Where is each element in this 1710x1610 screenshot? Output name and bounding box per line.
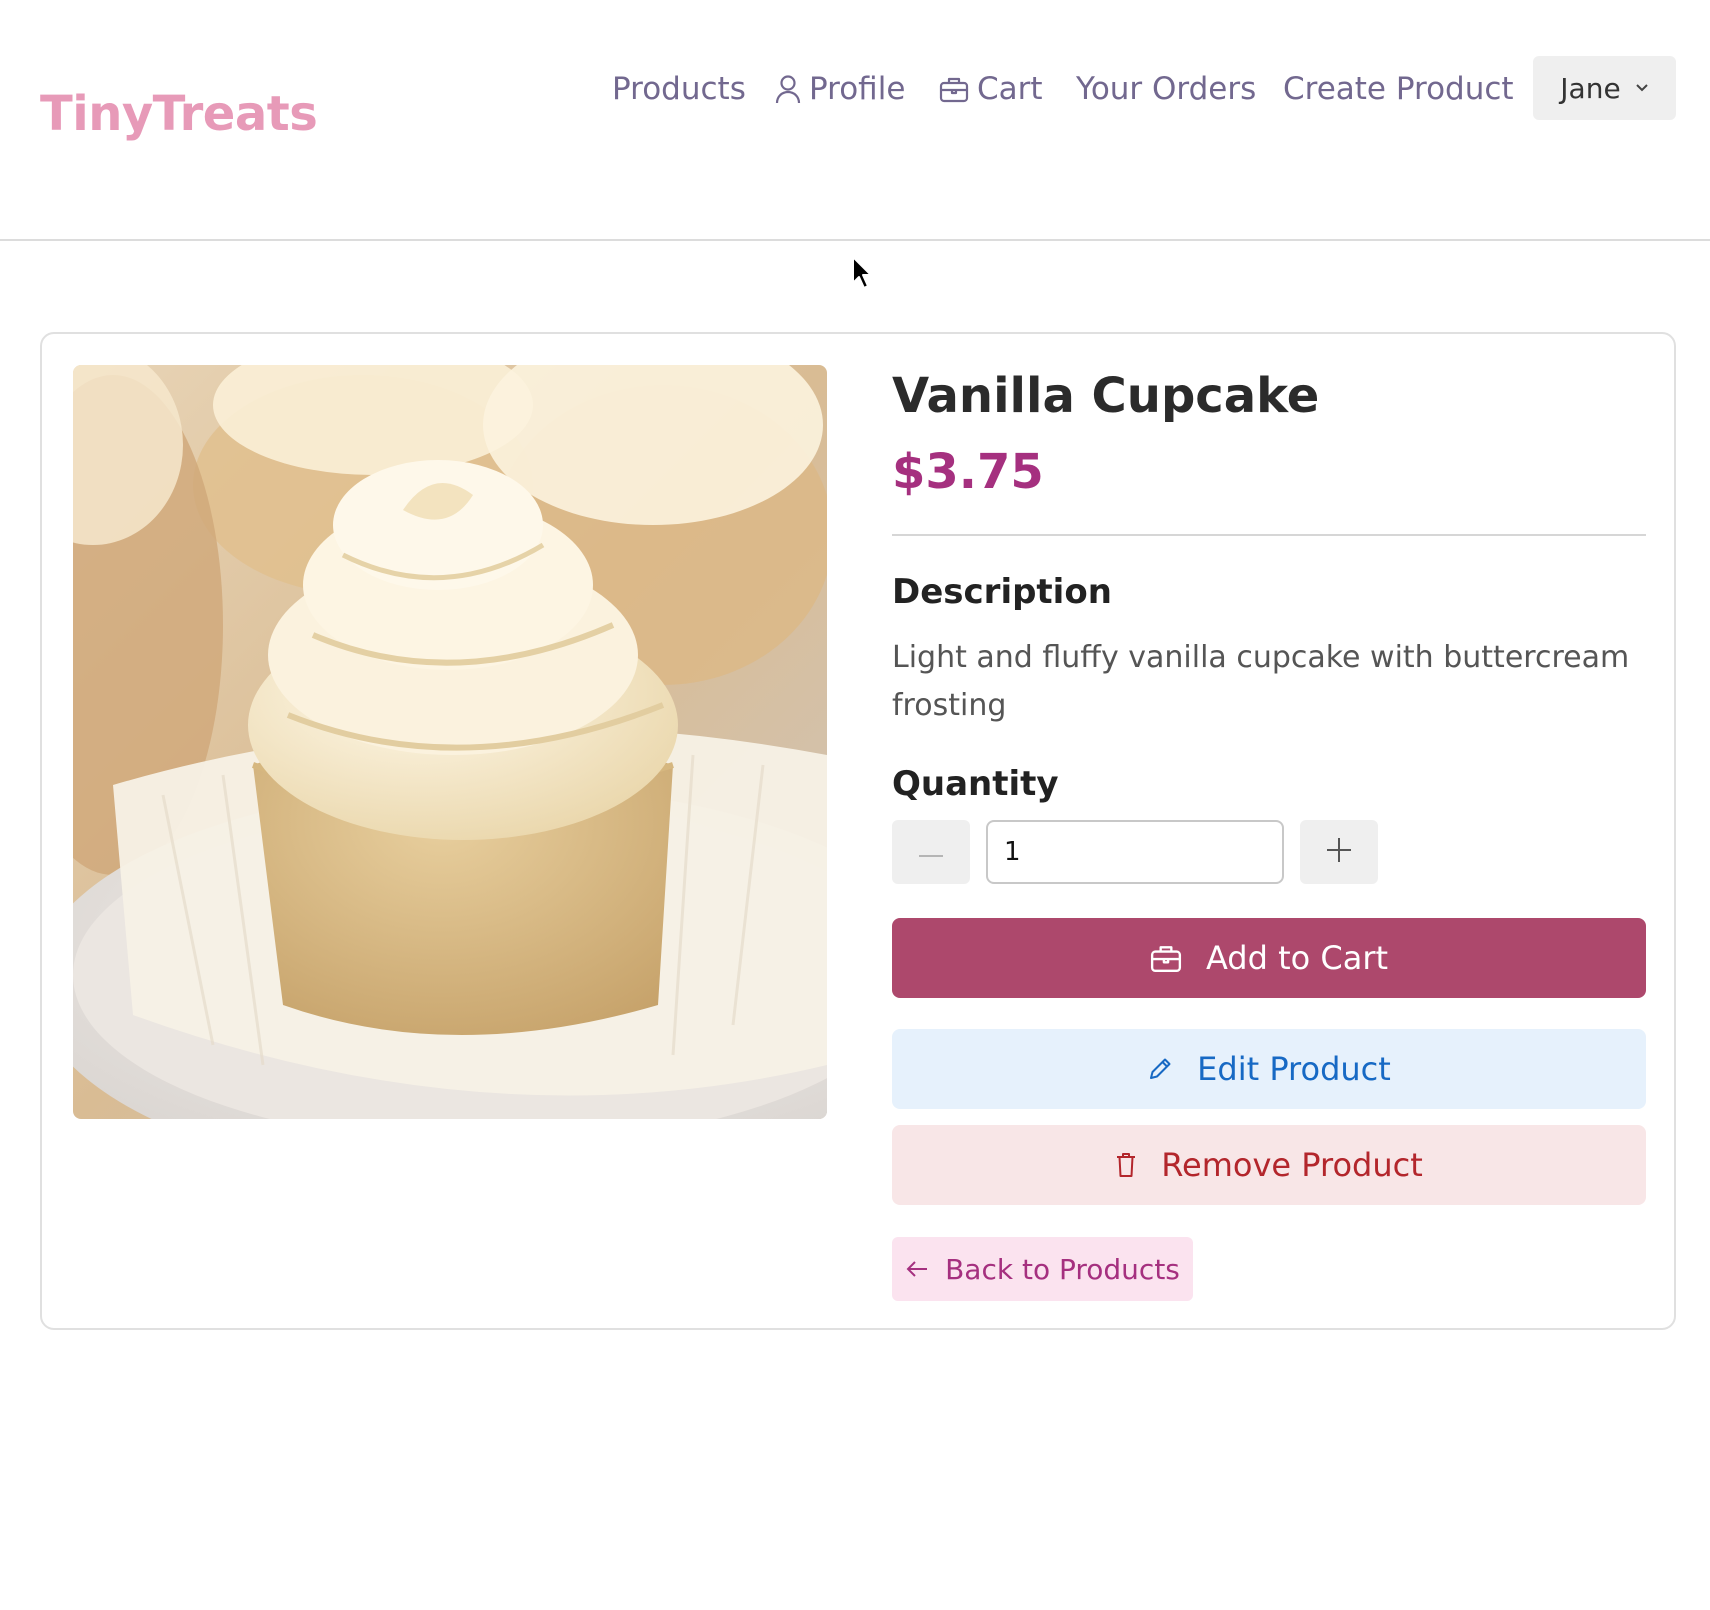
main-nav: Products Profile Cart Your Orders Create… — [0, 66, 1710, 112]
nav-create-product-label: Create Product — [1283, 71, 1514, 107]
product-price: $3.75 — [892, 444, 1044, 500]
trash-icon — [1115, 1152, 1137, 1178]
cart-icon — [939, 75, 969, 103]
quantity-increment-button[interactable] — [1300, 820, 1378, 884]
nav-cart-label: Cart — [977, 71, 1043, 107]
minus-icon — [919, 843, 943, 862]
user-menu-button[interactable]: Jane — [1533, 56, 1676, 120]
top-navbar: TinyTreats Products Profile Cart Your Or… — [0, 0, 1710, 241]
info-divider — [892, 534, 1646, 536]
quantity-heading: Quantity — [892, 764, 1059, 804]
product-detail-card: Vanilla Cupcake $3.75 Description Light … — [40, 332, 1676, 1330]
user-icon — [775, 74, 801, 104]
product-description: Light and fluffy vanilla cupcake with bu… — [892, 640, 1630, 723]
user-menu-label: Jane — [1560, 71, 1621, 105]
quantity-input[interactable] — [986, 820, 1284, 884]
quantity-decrement-button[interactable] — [892, 820, 970, 884]
nav-cart[interactable]: Cart — [939, 66, 1043, 112]
back-to-products-button[interactable]: Back to Products — [892, 1237, 1193, 1301]
edit-product-button[interactable]: Edit Product — [892, 1029, 1646, 1109]
chevron-down-icon — [1635, 83, 1649, 93]
nav-profile-label: Profile — [809, 71, 906, 107]
remove-product-label: Remove Product — [1161, 1146, 1423, 1184]
pencil-icon — [1147, 1056, 1173, 1082]
arrow-left-icon — [905, 1259, 929, 1279]
nav-products[interactable]: Products — [612, 66, 746, 112]
product-image — [73, 365, 827, 1119]
nav-products-label: Products — [612, 71, 746, 107]
product-title: Vanilla Cupcake — [892, 368, 1320, 424]
remove-product-button[interactable]: Remove Product — [892, 1125, 1646, 1205]
nav-your-orders-label: Your Orders — [1076, 71, 1257, 107]
cart-icon — [1150, 943, 1182, 973]
nav-profile[interactable]: Profile — [775, 66, 905, 112]
mouse-cursor-icon — [851, 255, 873, 295]
description-heading: Description — [892, 572, 1112, 612]
edit-product-label: Edit Product — [1197, 1050, 1391, 1088]
plus-icon — [1327, 838, 1351, 866]
nav-create-product[interactable]: Create Product — [1283, 66, 1514, 112]
add-to-cart-label: Add to Cart — [1205, 939, 1389, 977]
back-to-products-label: Back to Products — [945, 1252, 1180, 1286]
nav-your-orders[interactable]: Your Orders — [1076, 66, 1256, 112]
add-to-cart-button[interactable]: Add to Cart — [892, 918, 1646, 998]
